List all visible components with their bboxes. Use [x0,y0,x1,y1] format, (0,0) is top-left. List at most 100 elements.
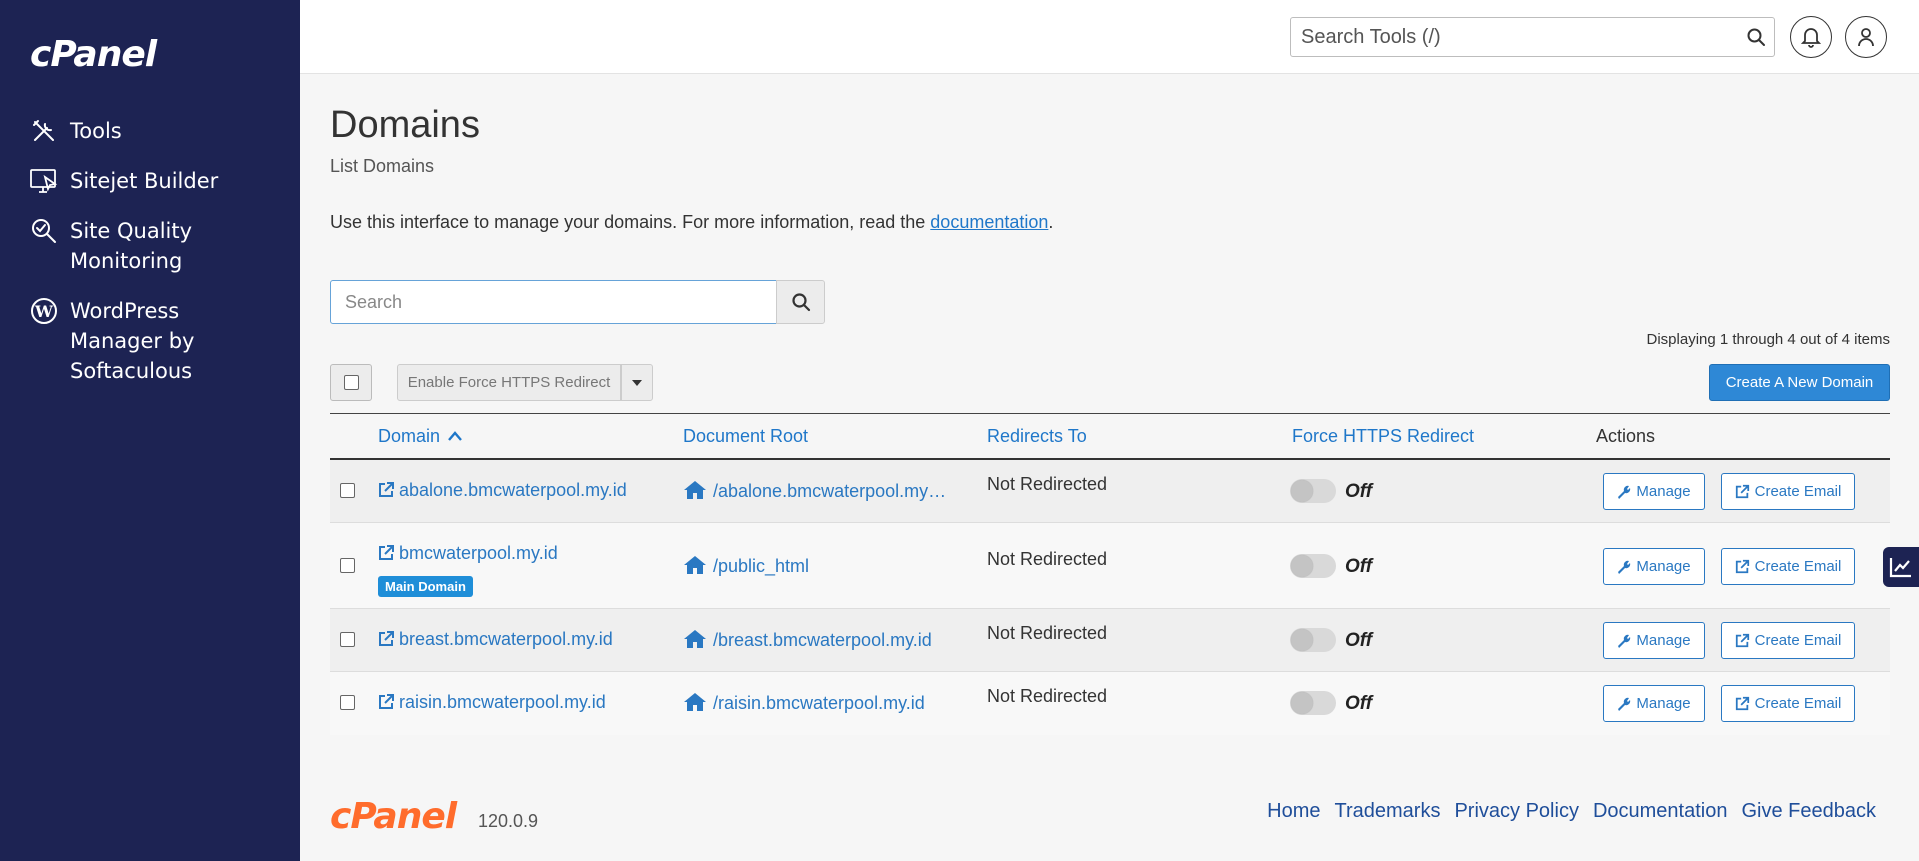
force-https-dropdown-toggle[interactable] [621,364,653,401]
row-checkbox[interactable] [340,558,355,573]
create-email-button[interactable]: Create Email [1721,473,1855,510]
table-row: raisin.bmcwaterpool.my.id /raisin.bmcwat… [330,672,1890,735]
analytics-side-tab[interactable] [1883,547,1919,587]
toggle-knob [1291,480,1313,502]
user-icon [1858,28,1874,47]
sidebar-item-label: Site Quality Monitoring [70,219,193,273]
table-row: abalone.bmcwaterpool.my.id /abalone.bmcw… [330,460,1890,523]
sidebar-item-tools[interactable]: Tools [28,116,288,146]
chart-line-icon [1889,558,1911,578]
document-root-path: /breast.bmcwaterpool.my.id [713,630,932,650]
manage-label: Manage [1636,483,1691,500]
page-title: Domains [330,104,480,146]
redirect-status: Not Redirected [987,686,1108,706]
top-header [300,0,1919,74]
sort-ascending-icon [448,431,462,441]
create-new-domain-button[interactable]: Create A New Domain [1709,364,1890,401]
force-https-toggle[interactable] [1290,554,1336,578]
intro-text: Use this interface to manage your domain… [330,212,1053,233]
manage-button[interactable]: Manage [1603,473,1705,510]
row-checkbox[interactable] [340,483,355,498]
sidebar-item-wordpress[interactable]: W WordPress Manager by Softaculous [28,296,288,386]
table-row: bmcwaterpool.my.id Main Domain /public_h… [330,523,1890,609]
external-link-icon [379,545,394,560]
wrench-icon [1618,634,1631,648]
create-email-label: Create Email [1754,483,1842,500]
domain-link[interactable]: bmcwaterpool.my.id [378,543,558,564]
caret-down-icon [632,379,642,386]
manage-button[interactable]: Manage [1603,685,1705,722]
row-checkbox[interactable] [340,695,355,710]
display-count: Displaying 1 through 4 out of 4 items [1646,331,1890,348]
force-https-toggle[interactable] [1290,691,1336,715]
search-icon[interactable] [1746,27,1766,52]
domain-search-button[interactable] [776,280,825,324]
document-root-link[interactable]: /abalone.bmcwaterpool.my… [683,480,946,502]
document-root-link[interactable]: /breast.bmcwaterpool.my.id [683,629,932,651]
domain-search [330,280,825,324]
footer-link-give-feedback[interactable]: Give Feedback [1741,800,1876,823]
tools-search [1290,17,1775,57]
documentation-link[interactable]: documentation [930,212,1048,232]
footer-link-trademarks[interactable]: Trademarks [1335,800,1441,823]
home-icon [684,556,706,574]
tools-search-input[interactable] [1291,18,1721,56]
document-root-link[interactable]: /public_html [683,555,809,577]
force-https-state: Off [1345,481,1373,502]
column-header-force-https[interactable]: Force HTTPS Redirect [1292,426,1474,447]
toggle-knob [1291,692,1313,714]
manage-button[interactable]: Manage [1603,548,1705,585]
notifications-button[interactable] [1790,16,1832,58]
force-https-state: Off [1345,630,1373,651]
footer-link-home[interactable]: Home [1267,800,1320,823]
sidebar-item-label: Sitejet Builder [70,169,219,193]
manage-label: Manage [1636,558,1691,575]
force-https-toggle[interactable] [1290,628,1336,652]
wrench-icon [1618,485,1631,499]
version-number: 120.0.9 [478,811,539,831]
domain-name: breast.bmcwaterpool.my.id [399,629,613,649]
create-email-button[interactable]: Create Email [1721,622,1855,659]
domain-search-input[interactable] [330,280,777,324]
row-checkbox[interactable] [340,632,355,647]
sidebar-item-site-quality[interactable]: Site Quality Monitoring [28,216,288,276]
external-link-icon [1735,484,1749,499]
create-email-button[interactable]: Create Email [1721,685,1855,722]
domain-name: bmcwaterpool.my.id [399,543,558,563]
domain-link[interactable]: raisin.bmcwaterpool.my.id [378,692,606,713]
force-https-toggle[interactable] [1290,479,1336,503]
svg-text:W: W [34,302,54,321]
column-header-document-root[interactable]: Document Root [683,426,808,447]
column-header-domain[interactable]: Domain [378,426,462,447]
domain-link[interactable]: breast.bmcwaterpool.my.id [378,629,613,650]
select-all-checkbox[interactable] [343,375,359,390]
external-link-icon [379,482,394,497]
enable-force-https-button[interactable]: Enable Force HTTPS Redirect [397,364,621,401]
domain-name: abalone.bmcwaterpool.my.id [399,480,627,500]
wrench-icon [1618,560,1631,574]
domains-table: Domain Document Root Redirects To Force … [330,413,1890,735]
column-header-actions: Actions [1596,426,1656,446]
document-root-path: /public_html [713,556,810,576]
footer-link-documentation[interactable]: Documentation [1593,800,1728,823]
force-https-state: Off [1345,693,1373,714]
footer-cpanel-logo: cPanel [330,796,457,837]
manage-label: Manage [1636,632,1691,649]
sidebar: cPanel Tools Sitejet Builder Site Qualit… [0,0,300,861]
sidebar-item-sitejet[interactable]: Sitejet Builder [28,166,288,196]
footer-link-privacy-policy[interactable]: Privacy Policy [1454,800,1578,823]
cpanel-logo[interactable]: cPanel [30,34,157,75]
document-root-link[interactable]: /raisin.bmcwaterpool.my.id [683,692,925,714]
bell-icon [1801,28,1821,48]
domain-name: raisin.bmcwaterpool.my.id [399,692,606,712]
column-header-redirects-to[interactable]: Redirects To [987,426,1087,447]
external-link-icon [1735,559,1749,574]
wordpress-icon: W [28,296,60,326]
create-email-button[interactable]: Create Email [1721,548,1855,585]
select-all-checkbox-wrapper [330,364,372,401]
site-quality-icon [28,216,60,246]
manage-button[interactable]: Manage [1603,622,1705,659]
user-menu-button[interactable] [1845,16,1887,58]
domain-link[interactable]: abalone.bmcwaterpool.my.id [378,480,627,501]
toggle-knob [1291,629,1313,651]
